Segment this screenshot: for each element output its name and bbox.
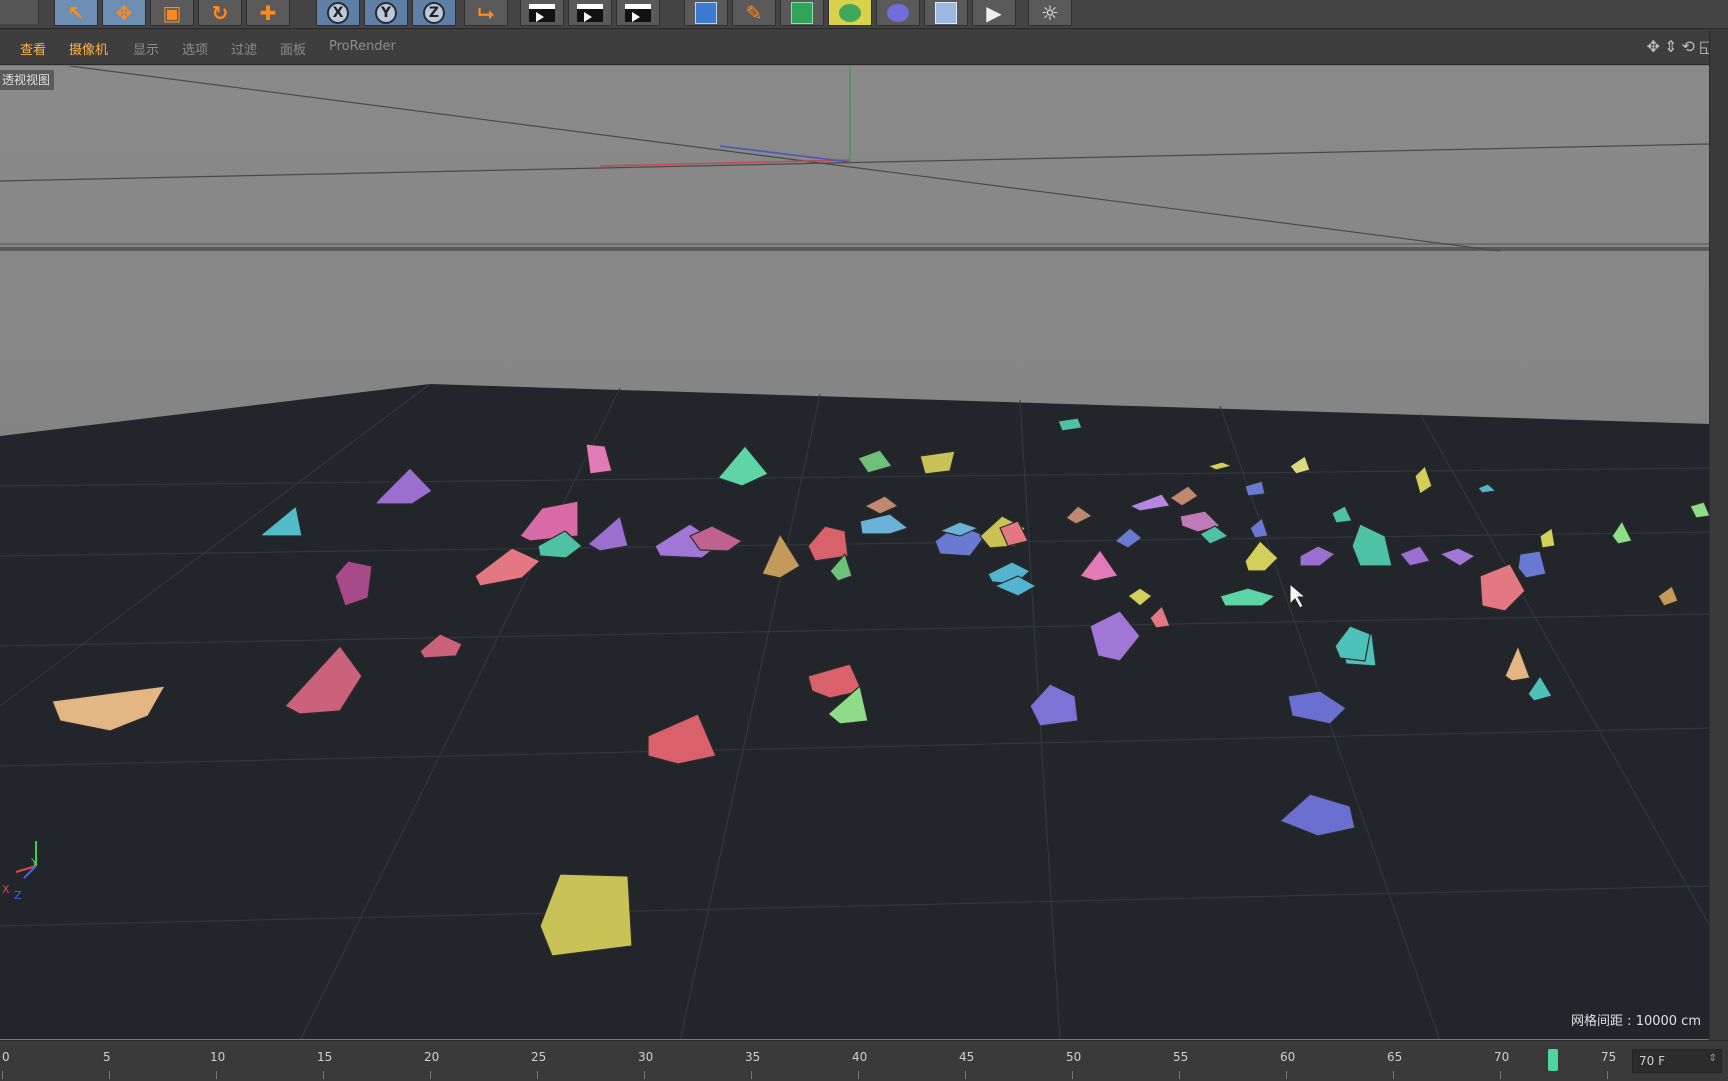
menu-options[interactable]: 选项 — [182, 39, 208, 58]
timeline-tick — [216, 1071, 217, 1079]
frame-spinner-icon[interactable]: ⇕ — [1709, 1053, 1717, 1064]
timeline-tick-label: 35 — [745, 1050, 761, 1064]
axis-gizmo-x-label: X — [2, 883, 10, 896]
timeline-tick-label: 50 — [1066, 1050, 1082, 1064]
menu-display[interactable]: 显示 — [133, 39, 159, 58]
viewport-navigation-icons[interactable]: ✥⇕⟲◱ — [1647, 37, 1718, 56]
y-axis-lock-icon[interactable]: Y — [364, 0, 408, 26]
timeline-tick-label: 60 — [1280, 1050, 1296, 1064]
deformer-icon[interactable] — [876, 0, 920, 26]
timeline-tick — [537, 1071, 538, 1079]
timeline-ruler[interactable]: 70 F ⇕ 0 5 10 15 20 25 30 35 40 45 50 55 60 65 70 75 — [0, 1040, 1728, 1081]
timeline-tick-label: 45 — [959, 1050, 975, 1064]
subdivision-icon[interactable] — [780, 0, 824, 26]
timeline-tick-label: 15 — [317, 1050, 333, 1064]
timeline-tick — [644, 1071, 645, 1079]
timeline-tick — [751, 1071, 752, 1079]
render-settings-icon[interactable] — [616, 0, 660, 26]
floor-environment-icon[interactable] — [924, 0, 968, 26]
move-tool-icon[interactable]: ✥ — [102, 0, 146, 26]
menu-view[interactable]: 查看 — [20, 39, 46, 58]
current-frame-field[interactable]: 70 F ⇕ — [1632, 1049, 1722, 1073]
viewport-scene — [0, 66, 1709, 1039]
camera-icon[interactable]: ▶ — [972, 0, 1016, 26]
timeline-tick — [109, 1071, 110, 1079]
timeline-tick — [858, 1071, 859, 1079]
attribute-panel-edge[interactable] — [1709, 30, 1728, 1040]
debris-piece — [1057, 417, 1083, 432]
timeline-tick — [2, 1071, 3, 1079]
toolbar-grip[interactable] — [0, 0, 39, 24]
render-to-picture-viewer-icon[interactable] — [568, 0, 612, 26]
timeline-tick-label: 25 — [531, 1050, 547, 1064]
menu-filter[interactable]: 过滤 — [231, 39, 257, 58]
axis-gizmo-z-label: Z — [14, 889, 22, 902]
timeline-tick — [965, 1071, 966, 1079]
render-view-icon[interactable] — [520, 0, 564, 26]
cube-primitive-icon[interactable] — [684, 0, 728, 26]
timeline-tick — [430, 1071, 431, 1079]
timeline-tick — [1072, 1071, 1073, 1079]
rotate-tool-icon[interactable]: ↻ — [198, 0, 242, 26]
viewport-menu-bar: 查看 摄像机 显示 选项 过滤 面板 ProRender ✥⇕⟲◱ — [0, 30, 1728, 65]
z-axis-lock-icon[interactable]: Z — [412, 0, 456, 26]
grid-spacing-label: 网格间距 : 10000 cm — [1571, 1014, 1701, 1029]
perspective-viewport[interactable]: 透视视图 Y X Z 网格间距 : 10000 cm — [0, 65, 1710, 1040]
timeline-tick — [1179, 1071, 1180, 1079]
timeline-tick-label: 75 — [1601, 1050, 1617, 1064]
axis-gizmo-y-label: Y — [31, 856, 38, 869]
spline-pen-icon[interactable]: ✎ — [732, 0, 776, 26]
array-generator-icon[interactable] — [828, 0, 872, 26]
timeline-tick-label: 70 — [1494, 1050, 1510, 1064]
timeline-tick — [1286, 1071, 1287, 1079]
menu-panel[interactable]: 面板 — [280, 39, 306, 58]
menu-prorender[interactable]: ProRender — [329, 39, 396, 54]
light-bulb-icon[interactable]: ☼ — [1028, 0, 1072, 26]
timeline-tick-label: 20 — [424, 1050, 440, 1064]
add-icon[interactable]: ✚ — [246, 0, 290, 26]
timeline-tick-label: 5 — [103, 1050, 111, 1064]
timeline-tick — [323, 1071, 324, 1079]
selection-arrow-icon[interactable]: ↖ — [54, 0, 98, 26]
timeline-tick-label: 10 — [210, 1050, 226, 1064]
timeline-tick-label: 0 — [2, 1050, 10, 1064]
main-toolbar: ↖ ✥ ▣ ↻ ✚ X Y Z ⮡ ✎ ▶ ☼ — [0, 0, 1728, 29]
scale-tool-icon[interactable]: ▣ — [150, 0, 194, 26]
menu-camera[interactable]: 摄像机 — [69, 39, 108, 58]
timeline-tick-label: 65 — [1387, 1050, 1403, 1064]
timeline-playhead[interactable] — [1548, 1049, 1558, 1071]
timeline-tick — [1607, 1071, 1608, 1079]
x-axis-lock-icon[interactable]: X — [316, 0, 360, 26]
viewport-name-label: 透视视图 — [0, 70, 55, 90]
timeline-tick-label: 55 — [1173, 1050, 1189, 1064]
timeline-tick — [1393, 1071, 1394, 1079]
coordinate-system-icon[interactable]: ⮡ — [464, 0, 508, 26]
timeline-tick-label: 40 — [852, 1050, 868, 1064]
current-frame-value: 70 F — [1639, 1054, 1665, 1068]
timeline-tick — [1500, 1071, 1501, 1079]
timeline-tick-label: 30 — [638, 1050, 654, 1064]
